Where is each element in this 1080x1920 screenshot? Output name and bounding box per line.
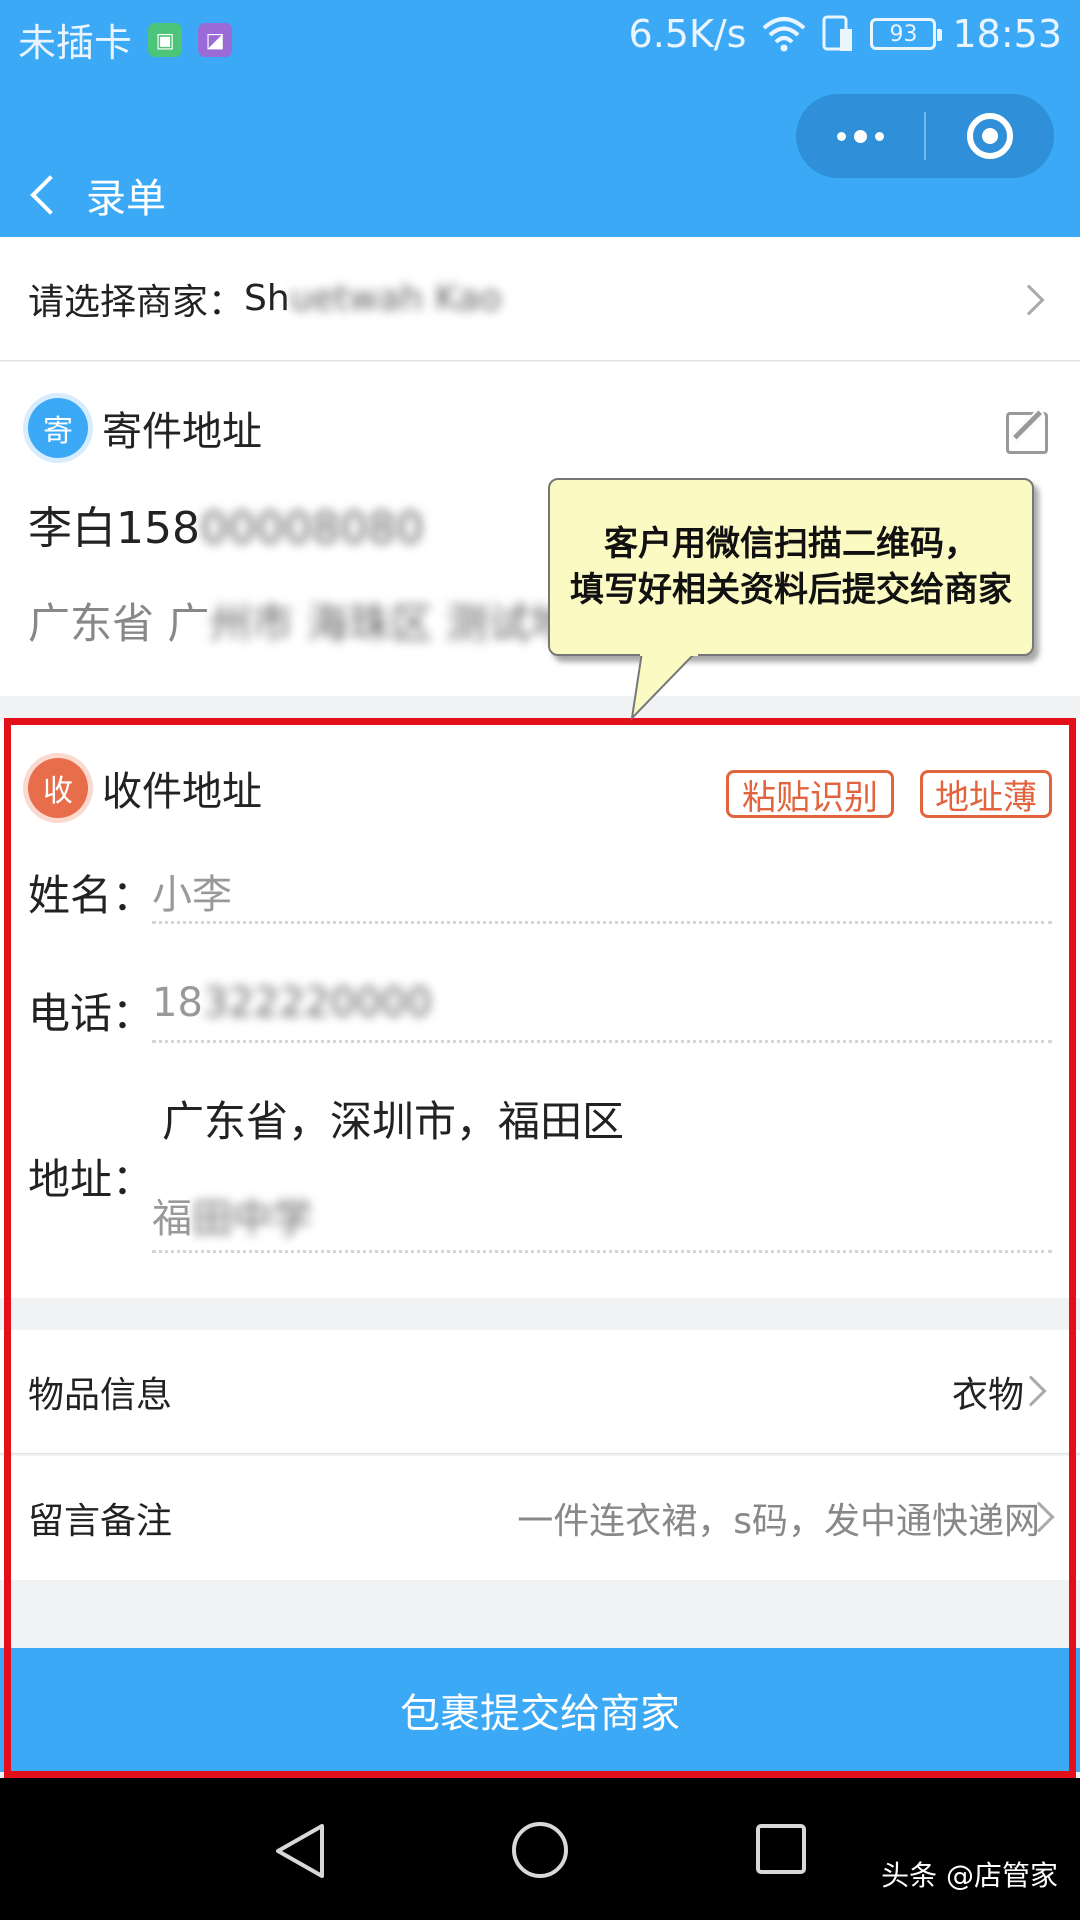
edit-icon[interactable] — [1006, 412, 1048, 454]
briefcase-icon: ▣ — [148, 22, 183, 57]
remark-row[interactable]: 留言备注 一件连衣裙，s码，发中通快递网 — [0, 1456, 1080, 1580]
more-dots-icon — [836, 129, 884, 143]
remark-value: 一件连衣裙，s码，发中通快递网 — [517, 1501, 1040, 1542]
address-label: 地址： — [28, 1155, 155, 1204]
clock: 18:53 — [952, 12, 1062, 56]
sender-contact: 李白15800008080 — [28, 503, 424, 554]
close-miniprogram-button[interactable] — [926, 94, 1054, 178]
callout-tail — [630, 652, 698, 721]
sim-icon — [822, 15, 853, 51]
annotation-callout: 客户用微信扫描二维码， 填写好相关资料后提交给商家 — [548, 478, 1034, 656]
paste-recognize-button[interactable]: 粘贴识别 — [726, 770, 894, 818]
receiver-section: 收 收件地址 粘贴识别 地址薄 姓名： 小李 电话： 18322220000 地… — [0, 718, 1080, 1298]
address-book-button[interactable]: 地址薄 — [920, 770, 1052, 818]
receiver-title: 收件地址 — [102, 769, 262, 815]
merchant-label: 请选择商家： — [28, 281, 245, 323]
merchant-value: Sh — [244, 278, 290, 319]
target-icon — [967, 113, 1013, 159]
carrier-text: 未插卡 — [18, 21, 133, 65]
goods-value: 衣物 — [951, 1374, 1024, 1416]
remark-label: 留言备注 — [28, 1501, 173, 1542]
network-speed: 6.5K/s — [628, 12, 747, 56]
goods-label: 物品信息 — [28, 1374, 173, 1416]
address-detail-input[interactable]: 福田中学 — [152, 1186, 312, 1244]
nav-recents-icon[interactable] — [754, 1822, 808, 1876]
nav-back-icon[interactable] — [272, 1822, 328, 1880]
watermark: 头条 @店管家 — [881, 1859, 1058, 1892]
system-nav-bar: 头条 @店管家 — [0, 1778, 1080, 1920]
name-label: 姓名： — [28, 871, 155, 920]
sender-address: 广东省 广州市 海珠区 测试地 — [28, 599, 573, 648]
callout-line-1: 客户用微信扫描二维码， — [604, 524, 978, 564]
receive-badge-icon: 收 — [28, 758, 88, 818]
nav-home-icon[interactable] — [510, 1820, 570, 1880]
page-title: 录单 — [86, 176, 166, 222]
phone-label: 电话： — [28, 989, 155, 1038]
app-header: 未插卡 ▣ ◪ 6.5K/s 93 18:53 录单 — [0, 0, 1080, 237]
chevron-right-icon — [1013, 284, 1045, 316]
image-icon: ◪ — [198, 22, 233, 57]
goods-info-row[interactable]: 物品信息 衣物 — [0, 1330, 1080, 1454]
wifi-icon — [763, 17, 806, 52]
status-bar: 未插卡 ▣ ◪ 6.5K/s 93 18:53 — [0, 0, 1080, 76]
merchant-select-row[interactable]: 请选择商家： Sh uetwah Kao — [0, 237, 1080, 361]
sender-title: 寄件地址 — [102, 409, 262, 455]
region-picker[interactable]: 广东省，深圳市，福田区 — [162, 1088, 624, 1149]
back-icon[interactable] — [30, 175, 70, 215]
battery-icon: 93 — [870, 18, 943, 50]
miniprogram-capsule — [796, 94, 1054, 178]
submit-button[interactable]: 包裹提交给商家 — [0, 1648, 1080, 1772]
send-badge-icon: 寄 — [28, 398, 88, 458]
name-input[interactable]: 小李 — [152, 862, 232, 920]
phone-input[interactable]: 18322220000 — [152, 980, 432, 1026]
callout-line-2: 填写好相关资料后提交给商家 — [570, 570, 1012, 610]
merchant-value-blurred: uetwah Kao — [289, 278, 502, 319]
more-button[interactable] — [796, 94, 924, 178]
